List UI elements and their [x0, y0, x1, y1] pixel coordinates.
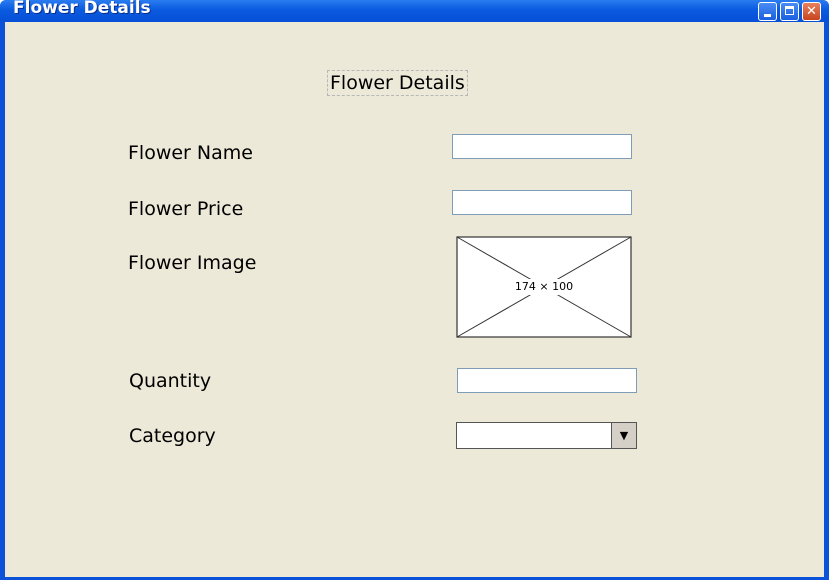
- close-icon: ✕: [806, 4, 817, 19]
- maximize-icon: [785, 6, 794, 15]
- page-title: Flower Details: [327, 70, 468, 96]
- app-window: Flower Details ✕ Flower Details Flower N…: [0, 0, 829, 580]
- flower-price-input[interactable]: [452, 190, 632, 215]
- window-title: Flower Details: [13, 0, 151, 18]
- category-label: Category: [129, 425, 216, 447]
- flower-name-input[interactable]: [452, 134, 632, 159]
- flower-name-label: Flower Name: [128, 142, 253, 164]
- quantity-input[interactable]: [457, 368, 637, 393]
- flower-price-label: Flower Price: [128, 198, 244, 220]
- flower-image-placeholder[interactable]: 174 × 100: [456, 236, 632, 338]
- form-panel: Flower Details Flower Name Flower Price …: [5, 22, 824, 577]
- image-size-caption: 174 × 100: [514, 280, 574, 293]
- flower-image-label: Flower Image: [128, 252, 257, 274]
- minimize-icon: [764, 14, 771, 17]
- quantity-label: Quantity: [129, 370, 212, 392]
- title-bar[interactable]: Flower Details ✕: [0, 0, 829, 22]
- close-button[interactable]: ✕: [802, 2, 821, 21]
- minimize-button[interactable]: [758, 2, 777, 21]
- chevron-down-icon: ▼: [619, 429, 629, 442]
- category-dropdown-button[interactable]: ▼: [611, 423, 636, 448]
- maximize-button[interactable]: [780, 2, 799, 21]
- category-select[interactable]: ▼: [456, 422, 637, 449]
